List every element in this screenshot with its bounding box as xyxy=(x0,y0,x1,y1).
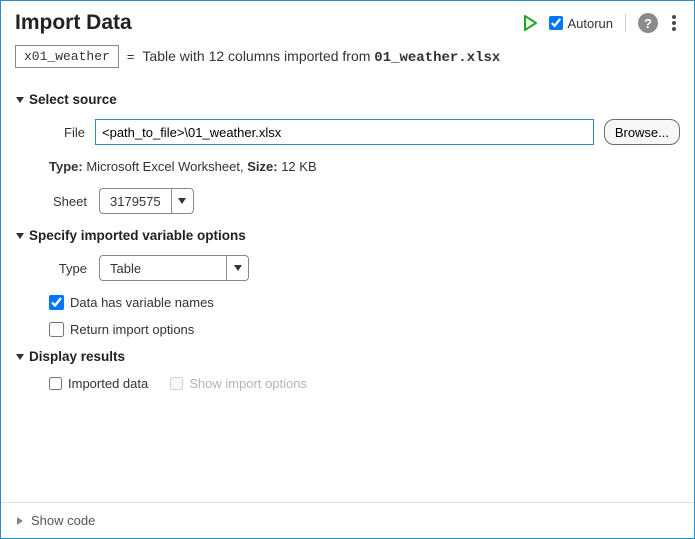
chevron-down-icon xyxy=(15,95,25,105)
content: Select source File Browse... Type: Micro… xyxy=(1,82,694,502)
sheet-row: Sheet 3179575 xyxy=(49,188,680,214)
title-actions: Autorun ? xyxy=(521,13,680,33)
section-display-results-header[interactable]: Display results xyxy=(15,349,680,364)
file-type-size: Type: Microsoft Excel Worksheet, Size: 1… xyxy=(49,159,680,174)
footer-show-code[interactable]: Show code xyxy=(1,502,694,538)
sheet-label: Sheet xyxy=(49,194,87,209)
chevron-down-icon xyxy=(15,231,25,241)
run-icon[interactable] xyxy=(521,14,539,32)
type-value: Table xyxy=(100,261,226,276)
show-import-opts-checkbox xyxy=(170,377,183,390)
show-import-opts-label: Show import options xyxy=(189,376,307,391)
imported-data-checkbox[interactable] xyxy=(49,377,62,390)
file-row: File Browse... xyxy=(49,119,680,145)
kebab-menu-icon[interactable] xyxy=(668,13,680,33)
browse-button[interactable]: Browse... xyxy=(604,119,680,145)
type-row: Type Table xyxy=(49,255,680,281)
has-names-row[interactable]: Data has variable names xyxy=(49,295,680,310)
sheet-value: 3179575 xyxy=(100,194,171,209)
imported-data-row[interactable]: Imported data xyxy=(49,376,148,391)
section-var-options-header[interactable]: Specify imported variable options xyxy=(15,228,680,243)
sheet-select[interactable]: 3179575 xyxy=(99,188,194,214)
return-opts-checkbox[interactable] xyxy=(49,322,64,337)
return-opts-label: Return import options xyxy=(70,322,194,337)
equals-sign: = xyxy=(127,49,135,64)
chevron-down-icon xyxy=(171,189,193,213)
divider xyxy=(625,14,626,32)
file-label: File xyxy=(49,125,85,140)
help-icon[interactable]: ? xyxy=(638,13,658,33)
summary-text: Table with 12 columns imported from 01_w… xyxy=(142,48,500,66)
show-code-label: Show code xyxy=(31,513,95,528)
titlebar: Import Data Autorun ? xyxy=(1,1,694,41)
has-names-label: Data has variable names xyxy=(70,295,214,310)
summary-filename: 01_weather.xlsx xyxy=(374,50,500,66)
return-opts-row[interactable]: Return import options xyxy=(49,322,680,337)
chevron-down-icon xyxy=(226,256,248,280)
type-select[interactable]: Table xyxy=(99,255,249,281)
chevron-right-icon xyxy=(15,516,25,526)
output-variable-name[interactable]: x01_weather xyxy=(15,45,119,68)
type-label: Type xyxy=(49,261,87,276)
show-import-opts-row: Show import options xyxy=(170,376,307,391)
panel-title: Import Data xyxy=(15,11,521,35)
file-path-input[interactable] xyxy=(95,119,594,145)
display-results-row: Imported data Show import options xyxy=(49,376,680,391)
import-data-panel: Import Data Autorun ? x01_weather = Tabl… xyxy=(0,0,695,539)
autorun-label: Autorun xyxy=(567,16,613,31)
chevron-down-icon xyxy=(15,352,25,362)
imported-data-label: Imported data xyxy=(68,376,148,391)
summary-row: x01_weather = Table with 12 columns impo… xyxy=(1,41,694,82)
section-select-source-header[interactable]: Select source xyxy=(15,92,680,107)
autorun-checkbox[interactable] xyxy=(549,16,563,30)
has-names-checkbox[interactable] xyxy=(49,295,64,310)
autorun-toggle[interactable]: Autorun xyxy=(549,16,613,31)
